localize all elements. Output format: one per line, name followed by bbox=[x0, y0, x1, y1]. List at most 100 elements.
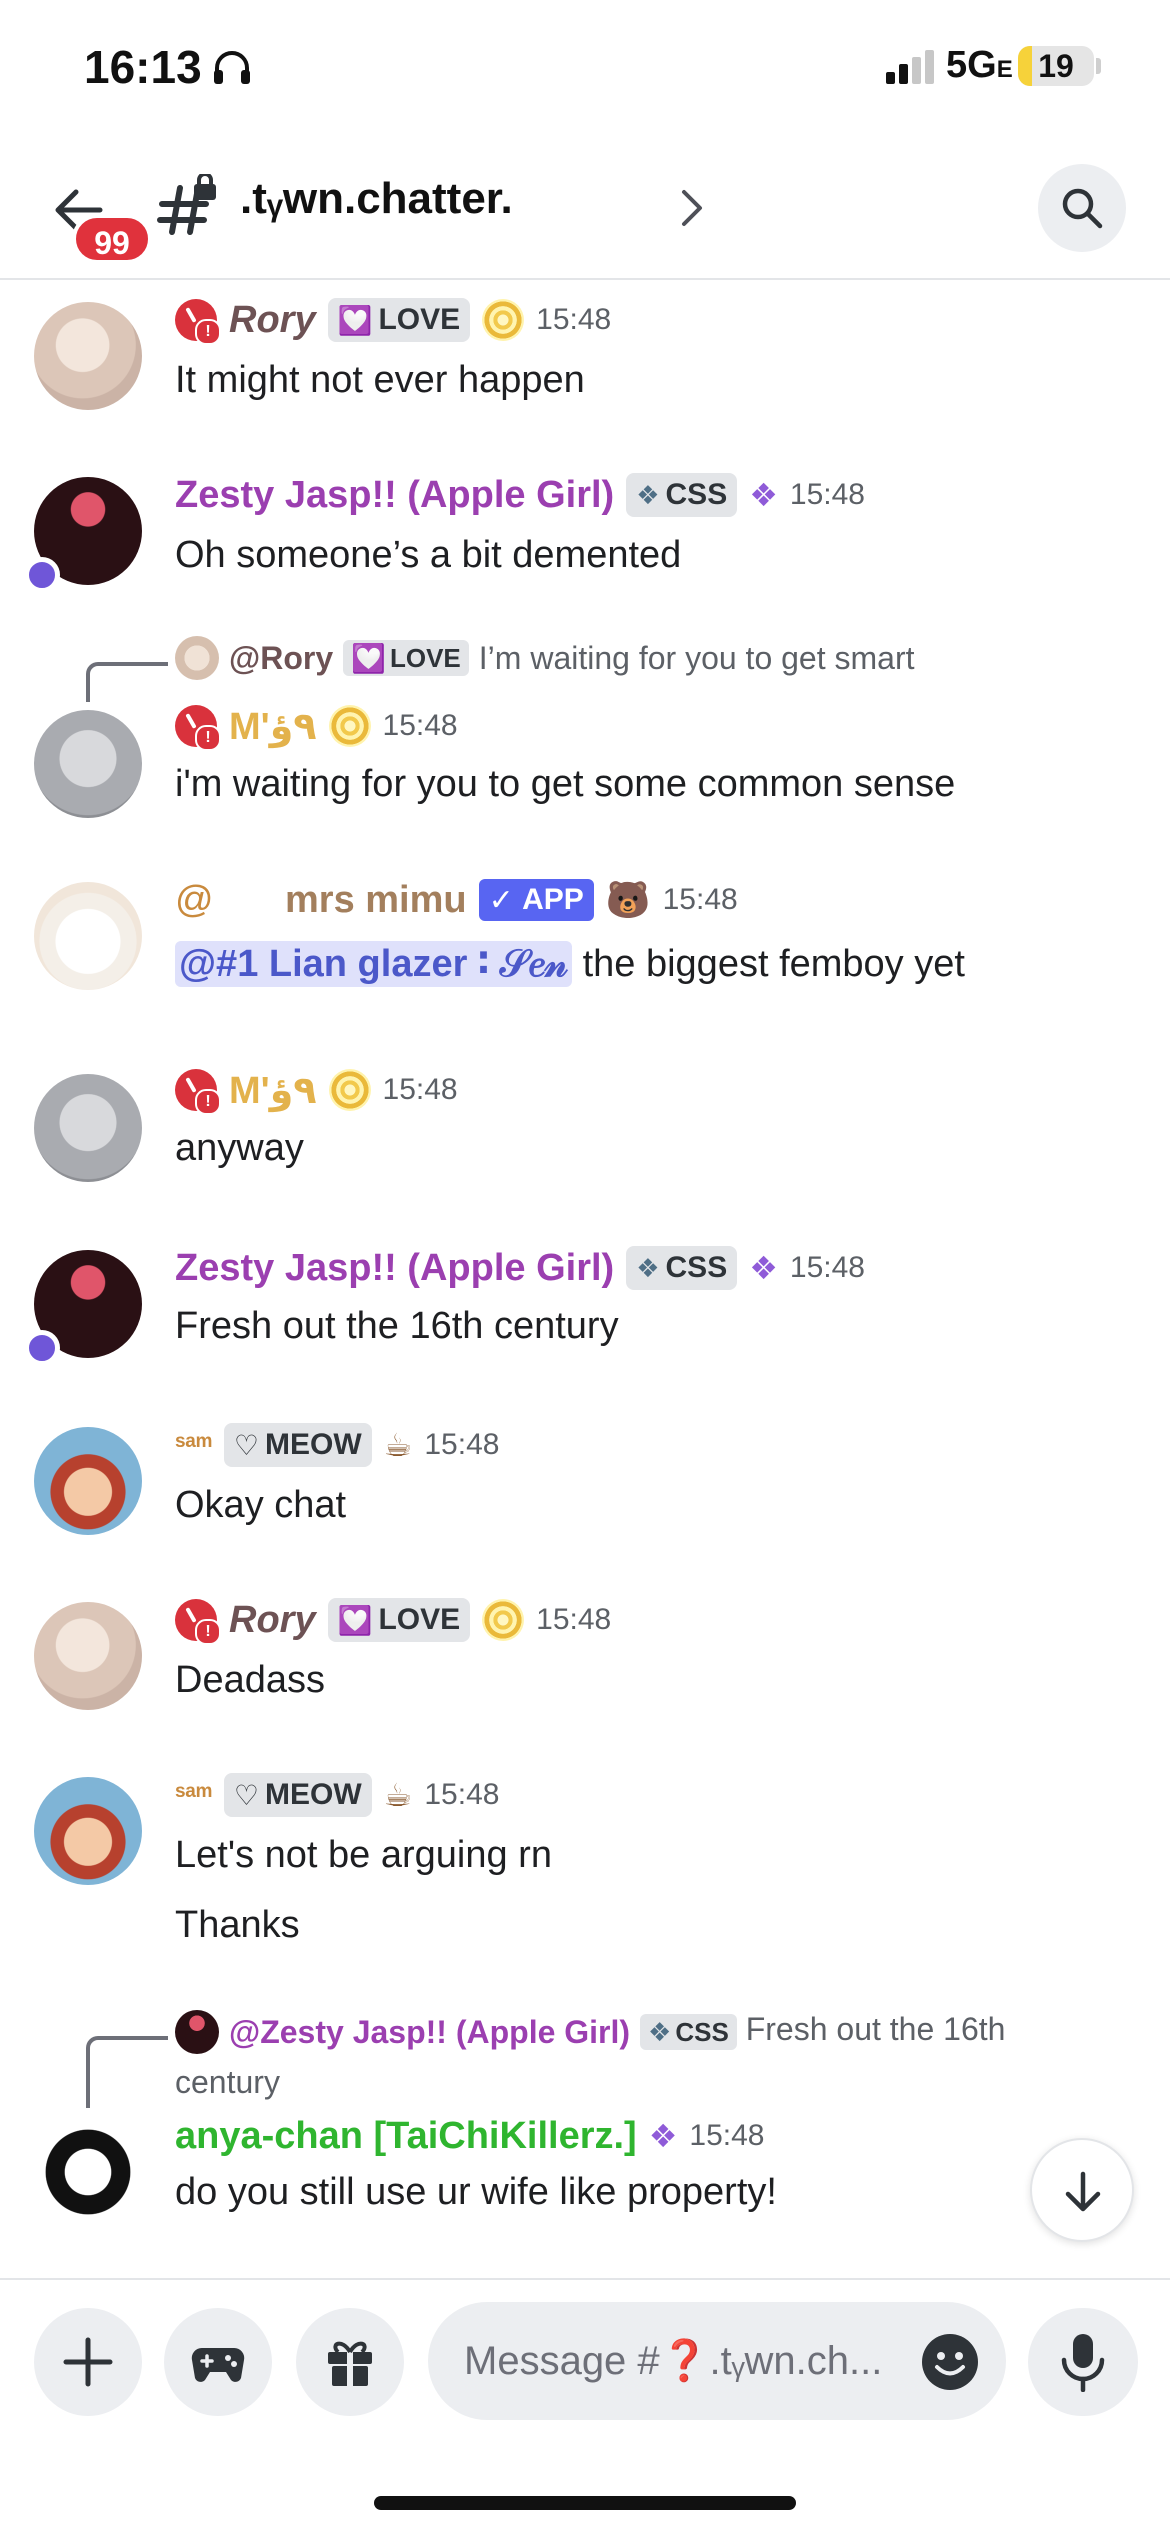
app-tag: ✓ APP bbox=[478, 879, 594, 921]
avatar[interactable] bbox=[34, 1074, 142, 1182]
reply-avatar bbox=[175, 636, 219, 680]
attach-button[interactable] bbox=[34, 2308, 142, 2416]
message-text: @#1 Lian glazer ∶ 𝒮𝑒𝓃 the biggest femboy… bbox=[175, 936, 965, 992]
role-tag: ❖ CSS bbox=[626, 1246, 738, 1290]
gamepad-icon bbox=[191, 2347, 245, 2382]
timestamp: 15:48 bbox=[789, 478, 865, 511]
author-name[interactable]: Rory bbox=[229, 1599, 316, 1642]
moderator-icon bbox=[175, 1069, 221, 1115]
message-text: i'm waiting for you to get some common s… bbox=[175, 763, 956, 805]
avatar[interactable] bbox=[34, 1602, 142, 1710]
diamond-icon: ❖ bbox=[636, 1252, 660, 1283]
gift-button[interactable] bbox=[296, 2308, 404, 2416]
author-name[interactable]: Zesty Jasp!! (Apple Girl) bbox=[175, 474, 614, 517]
search-icon bbox=[1062, 188, 1103, 229]
timestamp: 15:48 bbox=[536, 303, 612, 336]
author-name[interactable]: Rory bbox=[229, 299, 316, 342]
jump-to-latest-button[interactable] bbox=[1030, 2138, 1134, 2242]
heart-outline-icon: ♡ bbox=[233, 1429, 260, 1461]
timestamp: 15:48 bbox=[382, 709, 458, 742]
battery-icon: 19 bbox=[1018, 46, 1094, 86]
battery-level: 19 bbox=[1038, 48, 1074, 84]
author-name[interactable]: M'٩ؤ bbox=[229, 704, 317, 749]
timestamp: 15:48 bbox=[424, 1778, 500, 1811]
search-button[interactable] bbox=[1038, 164, 1126, 252]
message-text: anyway bbox=[175, 1127, 304, 1169]
message-list[interactable]: Rory 💟LOVE 15:48 It might not ever happe… bbox=[0, 282, 1170, 2276]
author-name[interactable]: Zesty Jasp!! (Apple Girl) bbox=[175, 1247, 614, 1290]
author-prefix: @ bbox=[175, 878, 214, 921]
reply-author: @Rory bbox=[229, 639, 334, 676]
timestamp: 15:48 bbox=[789, 1251, 865, 1284]
microphone-icon bbox=[1061, 2334, 1105, 2392]
battery-tip bbox=[1096, 58, 1101, 74]
author-name[interactable]: ˢᵃᵐ bbox=[175, 1429, 212, 1461]
timestamp: 15:48 bbox=[536, 1603, 612, 1636]
diamond-icon: ❖ bbox=[648, 2016, 672, 2047]
message-text: Deadass bbox=[175, 1659, 325, 1701]
heart-icon: 💟 bbox=[337, 1604, 373, 1636]
role-tag: 💟 LOVE bbox=[327, 1598, 471, 1642]
emoji-icon[interactable] bbox=[920, 2332, 980, 2392]
reply-text: I’m waiting for you to get smart bbox=[478, 639, 915, 676]
channel-header: 99 .tᵧwn.chatter. bbox=[0, 140, 1170, 280]
message-placeholder: Message #❓.tᵧwn.ch... bbox=[464, 2339, 883, 2383]
reply-connector bbox=[86, 662, 168, 702]
message-text: Fresh out the 16th century bbox=[175, 1305, 619, 1347]
author-name[interactable]: ˢᵃᵐ bbox=[175, 1779, 212, 1811]
avatar[interactable] bbox=[34, 302, 142, 410]
avatar[interactable] bbox=[34, 710, 142, 818]
author-name[interactable]: M'٩ؤ bbox=[229, 1068, 317, 1113]
coffee-icon: ☕ bbox=[383, 1427, 413, 1463]
role-tag: ♡ MEOW bbox=[223, 1773, 372, 1817]
spiral-icon bbox=[328, 1069, 371, 1111]
reply-author: @Zesty Jasp!! (Apple Girl) bbox=[229, 2013, 631, 2050]
message-composer: Message #❓.tᵧwn.ch... bbox=[0, 2278, 1170, 2532]
moderator-icon bbox=[175, 705, 221, 751]
reply-preview[interactable]: @Rory 💟 LOVE I’m waiting for you to get s… bbox=[175, 636, 915, 680]
reply-connector bbox=[86, 2036, 168, 2108]
author-name[interactable]: anya-chan [TaiChiKillerz.] bbox=[175, 2115, 637, 2158]
bear-icon: 🐻 bbox=[605, 879, 651, 920]
timestamp: 15:48 bbox=[662, 883, 738, 916]
timestamp: 15:48 bbox=[424, 1428, 500, 1461]
crystal-icon: ❖ bbox=[749, 1250, 778, 1286]
avatar[interactable] bbox=[34, 882, 142, 990]
author-name[interactable]: mrs mimu bbox=[285, 879, 467, 922]
home-indicator bbox=[374, 2496, 796, 2510]
activities-button[interactable] bbox=[164, 2308, 272, 2416]
signal-icon bbox=[886, 50, 934, 84]
user-mention[interactable]: @#1 Lian glazer ∶ 𝒮𝑒𝓃 bbox=[175, 941, 573, 987]
reply-avatar bbox=[175, 2009, 219, 2054]
avatar[interactable] bbox=[34, 1777, 142, 1885]
spiral-icon bbox=[482, 299, 525, 341]
network-indicator: 5GE bbox=[946, 44, 1013, 86]
channel-name[interactable]: .tᵧwn.chatter. bbox=[240, 174, 513, 224]
reply-preview[interactable]: @Zesty Jasp!! (Apple Girl) ❖ CSS Fresh ou… bbox=[175, 2004, 1105, 2107]
arrow-down-icon bbox=[1065, 2171, 1101, 2212]
heart-icon: 💟 bbox=[351, 642, 386, 674]
heart-icon: 💟 bbox=[337, 304, 373, 336]
status-bar: 16:13 5GE 19 bbox=[0, 0, 1170, 130]
avatar[interactable] bbox=[34, 2118, 142, 2226]
status-time: 16:13 bbox=[84, 41, 202, 93]
gift-icon bbox=[328, 2341, 372, 2386]
message-input[interactable]: Message #❓.tᵧwn.ch... bbox=[428, 2302, 1006, 2420]
headphones-icon bbox=[214, 51, 250, 84]
chevron-right-icon[interactable] bbox=[678, 184, 706, 232]
spiral-icon bbox=[328, 705, 371, 747]
crystal-icon: ❖ bbox=[648, 2118, 678, 2154]
avatar-decoration-icon bbox=[24, 1330, 60, 1366]
diamond-icon: ❖ bbox=[636, 479, 660, 510]
plus-icon bbox=[63, 2337, 113, 2387]
heart-outline-icon: ♡ bbox=[233, 1779, 260, 1811]
moderator-icon bbox=[175, 299, 221, 345]
message-text: Oh someone’s a bit demented bbox=[175, 534, 682, 576]
moderator-icon bbox=[175, 1599, 221, 1645]
role-tag: 💟 LOVE bbox=[327, 298, 471, 342]
unread-badge: 99 bbox=[72, 214, 152, 264]
avatar[interactable] bbox=[34, 1427, 142, 1535]
crystal-icon: ❖ bbox=[749, 477, 778, 513]
voice-message-button[interactable] bbox=[1028, 2308, 1138, 2416]
coffee-icon: ☕ bbox=[383, 1777, 413, 1813]
